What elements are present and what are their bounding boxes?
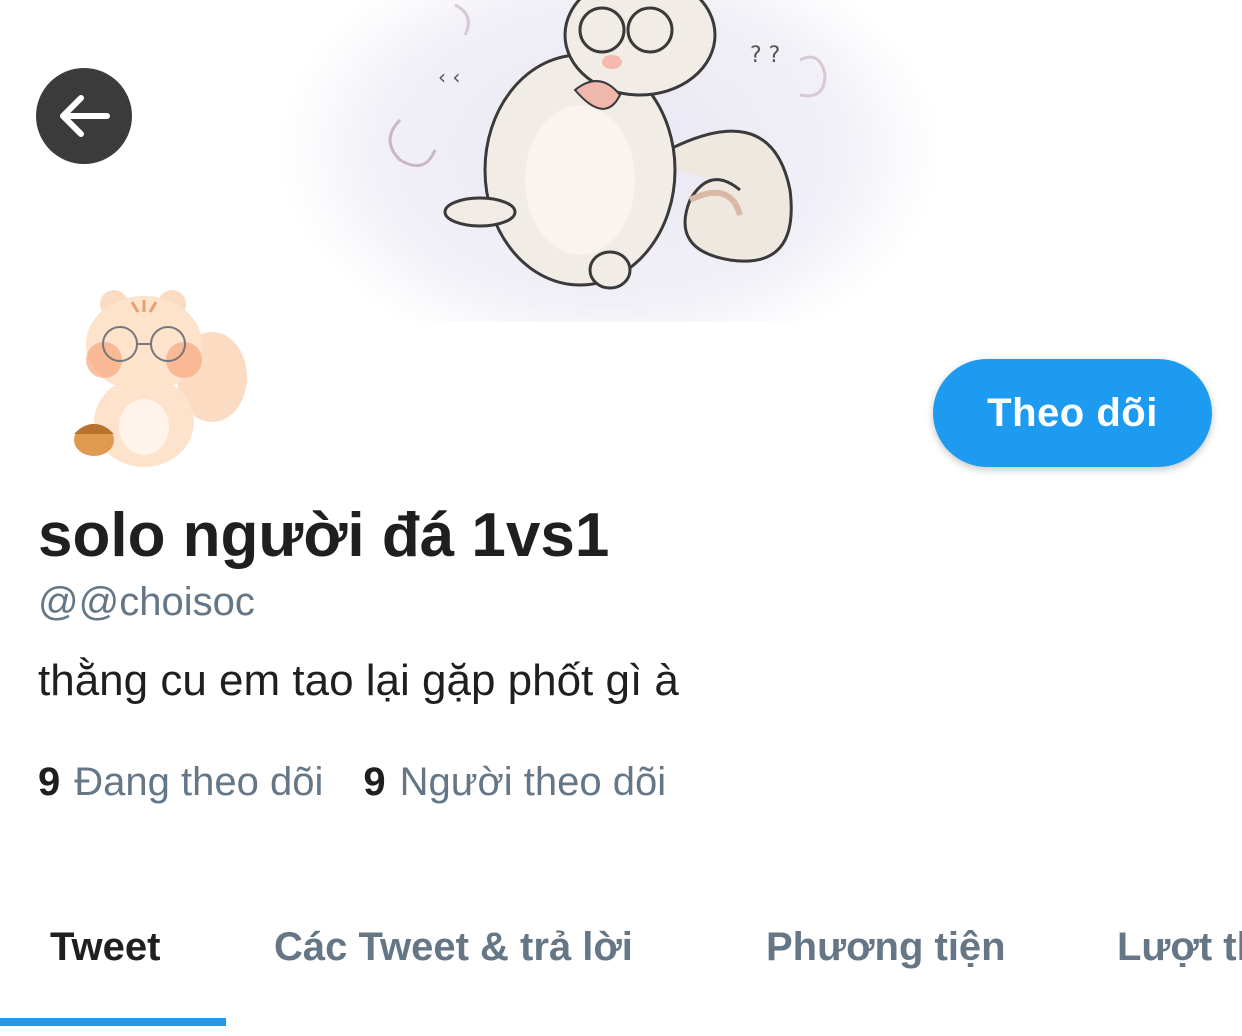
followers-count: 9: [363, 760, 386, 804]
tab-likes[interactable]: Lượt thích: [1117, 925, 1242, 970]
svg-text:‹ ‹: ‹ ‹: [438, 65, 460, 89]
banner-illustration: ? ? ‹ ‹: [280, 0, 940, 322]
active-tab-indicator: [0, 1018, 226, 1026]
tab-tweets[interactable]: Tweet: [50, 925, 160, 970]
arrow-left-icon: [60, 95, 110, 137]
follow-button[interactable]: Theo dõi: [933, 359, 1212, 467]
display-name: solo người đá 1vs1: [38, 501, 610, 570]
tab-tweets-and-replies[interactable]: Các Tweet & trả lời: [274, 925, 633, 970]
tab-media[interactable]: Phương tiện: [766, 925, 1006, 970]
profile-tabs: Tweet Các Tweet & trả lời Phương tiện Lư…: [0, 905, 1242, 1036]
following-label: Đang theo dõi: [74, 760, 324, 804]
user-handle: @@choisoc: [38, 580, 255, 624]
svg-text:? ?: ? ?: [750, 43, 780, 68]
follow-stats: 9 Đang theo dõi 9 Người theo dõi: [38, 760, 666, 805]
squirrel-avatar-illustration: [74, 290, 247, 467]
back-button[interactable]: [36, 68, 132, 164]
following-stat[interactable]: 9 Đang theo dõi: [38, 760, 323, 805]
followers-stat[interactable]: 9 Người theo dõi: [363, 760, 666, 805]
followers-label: Người theo dõi: [399, 760, 667, 804]
profile-banner[interactable]: ? ? ‹ ‹: [0, 0, 1242, 322]
avatar[interactable]: [62, 282, 262, 472]
profile-bio: thằng cu em tao lại gặp phốt gì à: [38, 656, 679, 705]
following-count: 9: [38, 760, 61, 804]
